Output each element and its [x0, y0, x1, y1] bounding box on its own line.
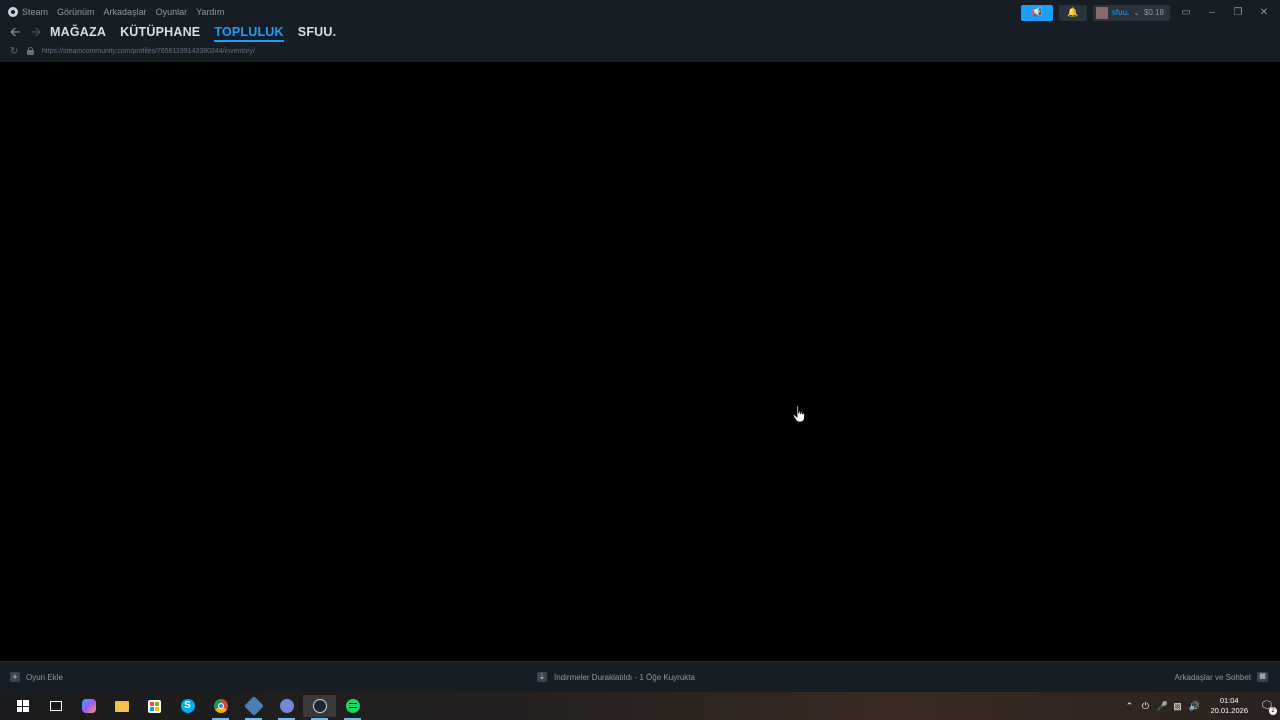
download-icon: ⇣	[537, 672, 547, 682]
chrome-button[interactable]	[204, 695, 237, 720]
steam-icon	[312, 699, 327, 713]
title-bar: Steam Görünüm Arkadaşlar Oyunlar Yardım …	[0, 0, 1280, 62]
menu-games[interactable]: Oyunlar	[156, 7, 188, 17]
skype-icon: S	[180, 699, 195, 713]
menu-steam-label: Steam	[22, 7, 49, 17]
steam-window: Steam Görünüm Arkadaşlar Oyunlar Yardım …	[0, 0, 1280, 693]
url-text[interactable]: https://steamcommunity.com/profiles/7656…	[42, 48, 255, 55]
url-bar: ↻ https://steamcommunity.com/profiles/76…	[10, 45, 255, 57]
copilot-button[interactable]	[72, 695, 105, 717]
windows-icon	[16, 700, 29, 712]
restore-icon[interactable]: ❐	[1228, 5, 1248, 21]
chat-icon: ▦	[1257, 672, 1268, 682]
task-view-icon	[49, 701, 62, 711]
megaphone-icon: 📢	[1031, 7, 1043, 17]
reload-icon[interactable]: ↻	[10, 46, 19, 56]
downloads-status[interactable]: ⇣ İndirmeler Duraklatıldı - 1 Öğe Kuyruk…	[537, 672, 695, 682]
microsoft-store-icon	[148, 699, 161, 713]
windows-taskbar: S ⌃ ⏻ 🎤 ▧ 🔊 01:04 20.01.2026 🗨 2	[0, 692, 1280, 720]
chrome-icon	[213, 699, 228, 713]
plus-icon: +	[10, 672, 20, 682]
menu-bar: Steam Görünüm Arkadaşlar Oyunlar Yardım	[8, 5, 224, 19]
taskbar-apps: S	[6, 695, 369, 720]
tab-store[interactable]: MAĞAZA	[50, 25, 106, 39]
menu-steam[interactable]: Steam	[8, 7, 48, 17]
chevron-down-icon: ⌄	[1133, 8, 1140, 17]
chevron-up-icon[interactable]: ⌃	[1124, 701, 1134, 711]
tab-community[interactable]: TOPLULUK	[214, 25, 285, 42]
notifications-button[interactable]: 🔔	[1058, 4, 1087, 21]
menu-friends[interactable]: Arkadaşlar	[104, 7, 147, 17]
steam-taskbar-button[interactable]	[303, 695, 336, 720]
volume-icon[interactable]: 🔊	[1188, 701, 1199, 711]
tab-profile[interactable]: SFUU.	[298, 25, 337, 39]
menu-view[interactable]: Görünüm	[57, 7, 95, 17]
clock-time: 01:04	[1219, 696, 1239, 705]
add-game-button[interactable]: + Oyun Ekle	[10, 672, 63, 682]
power-icon[interactable]: ⏻	[1140, 701, 1150, 711]
downloads-label: İndirmeler Duraklatıldı - 1 Öğe Kuyrukta	[554, 672, 695, 682]
big-picture-icon[interactable]: ▭	[1176, 5, 1196, 21]
menu-help[interactable]: Yardım	[196, 7, 224, 17]
skype-button[interactable]: S	[171, 695, 204, 717]
friends-chat-label: Arkadaşlar ve Sohbet	[1174, 672, 1252, 682]
lock-icon	[27, 47, 34, 55]
microphone-icon[interactable]: 🎤	[1156, 701, 1167, 711]
start-button[interactable]	[6, 695, 39, 717]
account-menu-button[interactable]: sfuu. ⌄ $0.18	[1092, 4, 1170, 21]
wallet-balance: $0.18	[1143, 8, 1164, 17]
folder-icon	[114, 700, 129, 712]
clock[interactable]: 01:04 20.01.2026	[1210, 696, 1248, 716]
hand-cursor-icon	[792, 405, 805, 423]
status-bar: + Oyun Ekle ⇣ İndirmeler Duraklatıldı - …	[0, 661, 1280, 693]
notification-center-icon[interactable]: 🗨 2	[1260, 699, 1277, 715]
spotify-icon	[345, 699, 360, 713]
forward-arrow-icon[interactable]: 🡪	[29, 25, 43, 39]
bell-icon: 🔔	[1067, 7, 1079, 17]
minimize-icon[interactable]: –	[1202, 5, 1222, 21]
announcements-button[interactable]: 📢	[1020, 4, 1053, 21]
nav-row: 🡨 🡪 MAĞAZA KÜTÜPHANE TOPLULUK SFUU.	[8, 22, 350, 42]
clock-date: 20.01.2026	[1210, 706, 1248, 715]
steam-logo-icon	[8, 7, 18, 17]
add-game-label: Oyun Ekle	[26, 672, 63, 682]
file-explorer-button[interactable]	[105, 695, 138, 717]
account-name: sfuu.	[1111, 8, 1130, 17]
discord-button[interactable]	[270, 695, 303, 720]
system-tray: ⌃ ⏻ 🎤 ▧ 🔊 01:04 20.01.2026 🗨 2	[1124, 695, 1277, 717]
network-icon[interactable]: ▧	[1172, 701, 1182, 711]
spotify-button[interactable]	[336, 695, 369, 720]
tab-library[interactable]: KÜTÜPHANE	[120, 25, 200, 39]
friends-chat-button[interactable]: Arkadaşlar ve Sohbet ▦	[1174, 672, 1268, 682]
app-button[interactable]	[237, 695, 270, 720]
back-arrow-icon[interactable]: 🡨	[8, 25, 22, 39]
task-view-button[interactable]	[39, 695, 72, 717]
store-button[interactable]	[138, 695, 171, 717]
notification-count-badge: 2	[1269, 707, 1277, 715]
avatar	[1095, 6, 1108, 19]
app-icon	[243, 696, 264, 716]
discord-icon	[279, 699, 294, 713]
copilot-icon	[81, 699, 96, 713]
close-icon[interactable]: ✕	[1254, 5, 1274, 21]
top-right-controls: 📢 🔔 sfuu. ⌄ $0.18 ▭ – ❐ ✕	[1020, 4, 1274, 21]
